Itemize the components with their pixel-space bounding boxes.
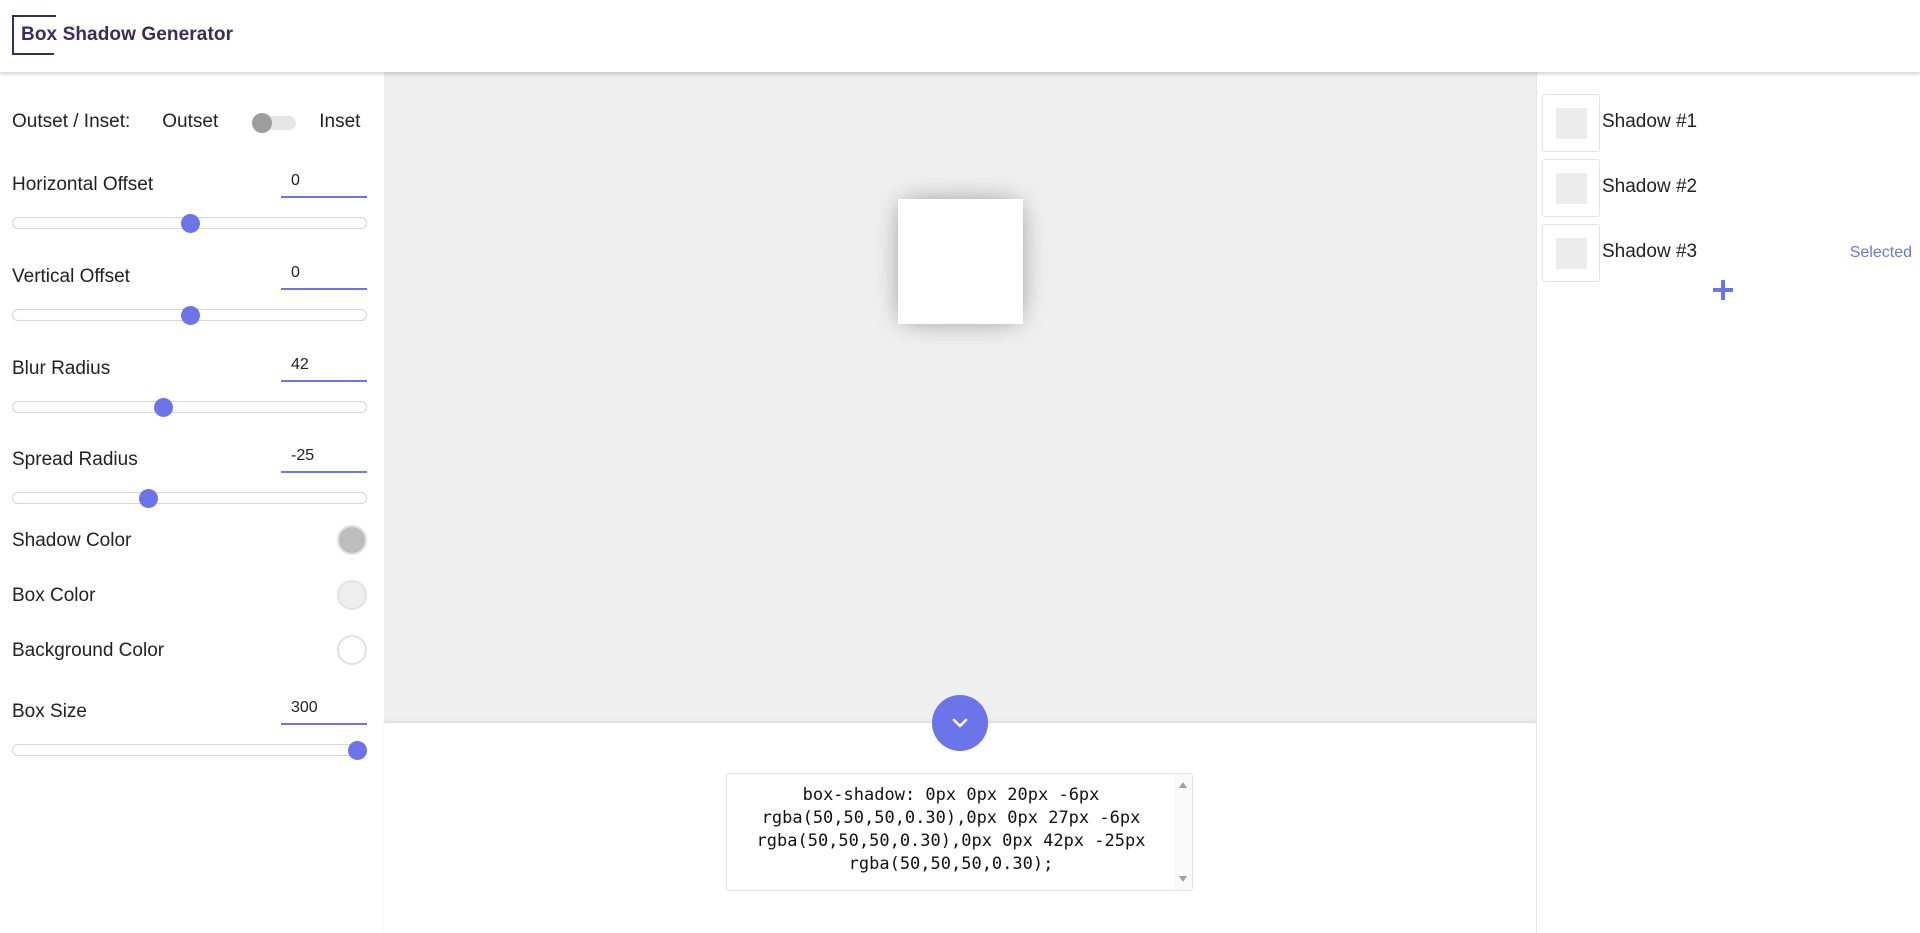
scroll-down-arrow-icon[interactable] [1179, 876, 1187, 882]
blur-radius-control: Blur Radius [12, 350, 367, 430]
shadow-thumbnail-box [1556, 238, 1587, 269]
selected-badge: Selected [1849, 244, 1912, 261]
outset-inset-row: Outset / Inset: Outset Inset [12, 107, 367, 137]
shadow-color-label: Shadow Color [12, 530, 132, 551]
inset-option[interactable]: Inset [319, 111, 360, 133]
shadow-list-panel: Shadow #1 Shadow #2 Shadow #3 Selected [1536, 72, 1920, 933]
box-size-input[interactable] [281, 693, 367, 725]
outset-option[interactable]: Outset [162, 111, 218, 133]
css-code-box[interactable]: box-shadow: 0px 0px 20px -6px rgba(50,50… [726, 773, 1193, 891]
shadow-thumbnail-box [1556, 173, 1587, 204]
slider-track [12, 492, 367, 504]
shadow-name: Shadow #1 [1602, 111, 1698, 132]
box-color-swatch[interactable] [337, 580, 367, 610]
slider-track [12, 401, 367, 413]
slider-thumb[interactable] [138, 489, 158, 508]
chevron-down-icon [952, 718, 968, 728]
shadow-name: Shadow #3 [1602, 241, 1698, 262]
box-size-control: Box Size [12, 693, 367, 773]
background-color-control: Background Color [12, 635, 367, 669]
background-color-swatch[interactable] [337, 635, 367, 665]
code-scrollbar[interactable] [1175, 774, 1192, 890]
add-shadow-button[interactable] [1711, 278, 1735, 302]
blur-radius-input[interactable] [281, 350, 367, 382]
box-color-control: Box Color [12, 580, 367, 614]
vertical-offset-label: Vertical Offset [12, 266, 130, 287]
css-code-text: box-shadow: 0px 0px 20px -6px rgba(50,50… [756, 785, 1156, 874]
code-output-panel: box-shadow: 0px 0px 20px -6px rgba(50,50… [384, 695, 1536, 933]
shadow-color-control: Shadow Color [12, 525, 367, 559]
horizontal-offset-slider[interactable] [12, 214, 367, 233]
horizontal-offset-control: Horizontal Offset [12, 166, 367, 246]
outset-inset-label: Outset / Inset: [12, 111, 131, 132]
scroll-up-arrow-icon[interactable] [1179, 782, 1187, 788]
background-color-label: Background Color [12, 640, 165, 661]
outset-inset-toggle[interactable] [252, 113, 297, 133]
shadow-color-swatch[interactable] [337, 525, 367, 555]
vertical-offset-control: Vertical Offset [12, 258, 367, 338]
shadow-list-item[interactable]: Shadow #1 [1542, 94, 1912, 152]
shadow-name: Shadow #2 [1602, 176, 1698, 197]
shadow-thumbnail [1542, 94, 1600, 152]
slider-thumb[interactable] [153, 398, 173, 417]
shadow-thumbnail-box [1556, 108, 1587, 139]
preview-area [384, 72, 1536, 722]
blur-radius-slider[interactable] [12, 398, 367, 417]
blur-radius-label: Blur Radius [12, 358, 111, 379]
shadow-list-item[interactable]: Shadow #2 [1542, 159, 1912, 217]
slider-thumb[interactable] [180, 306, 200, 325]
vertical-offset-input[interactable] [281, 258, 367, 290]
controls-panel: Outset / Inset: Outset Inset Horizontal … [0, 72, 384, 933]
shadow-thumbnail [1542, 224, 1600, 282]
app-title: Box Shadow Generator [21, 24, 234, 45]
spread-radius-label: Spread Radius [12, 449, 138, 470]
app-header: Box Shadow Generator [0, 0, 1920, 72]
shadow-thumbnail [1542, 159, 1600, 217]
preview-box [898, 199, 1023, 324]
collapse-button[interactable] [932, 695, 988, 751]
slider-track [12, 744, 367, 756]
app-logo[interactable]: Box Shadow Generator [12, 15, 233, 55]
slider-thumb[interactable] [180, 214, 200, 233]
vertical-offset-slider[interactable] [12, 306, 367, 325]
box-color-label: Box Color [12, 585, 96, 606]
toggle-knob[interactable] [252, 113, 273, 133]
shadow-list-item[interactable]: Shadow #3 Selected [1542, 224, 1912, 282]
horizontal-offset-input[interactable] [281, 166, 367, 198]
box-size-label: Box Size [12, 701, 87, 722]
spread-radius-input[interactable] [281, 441, 367, 473]
slider-thumb[interactable] [348, 741, 367, 760]
box-size-slider[interactable] [12, 741, 367, 760]
horizontal-offset-label: Horizontal Offset [12, 174, 154, 195]
spread-radius-control: Spread Radius [12, 441, 367, 521]
spread-radius-slider[interactable] [12, 489, 367, 508]
